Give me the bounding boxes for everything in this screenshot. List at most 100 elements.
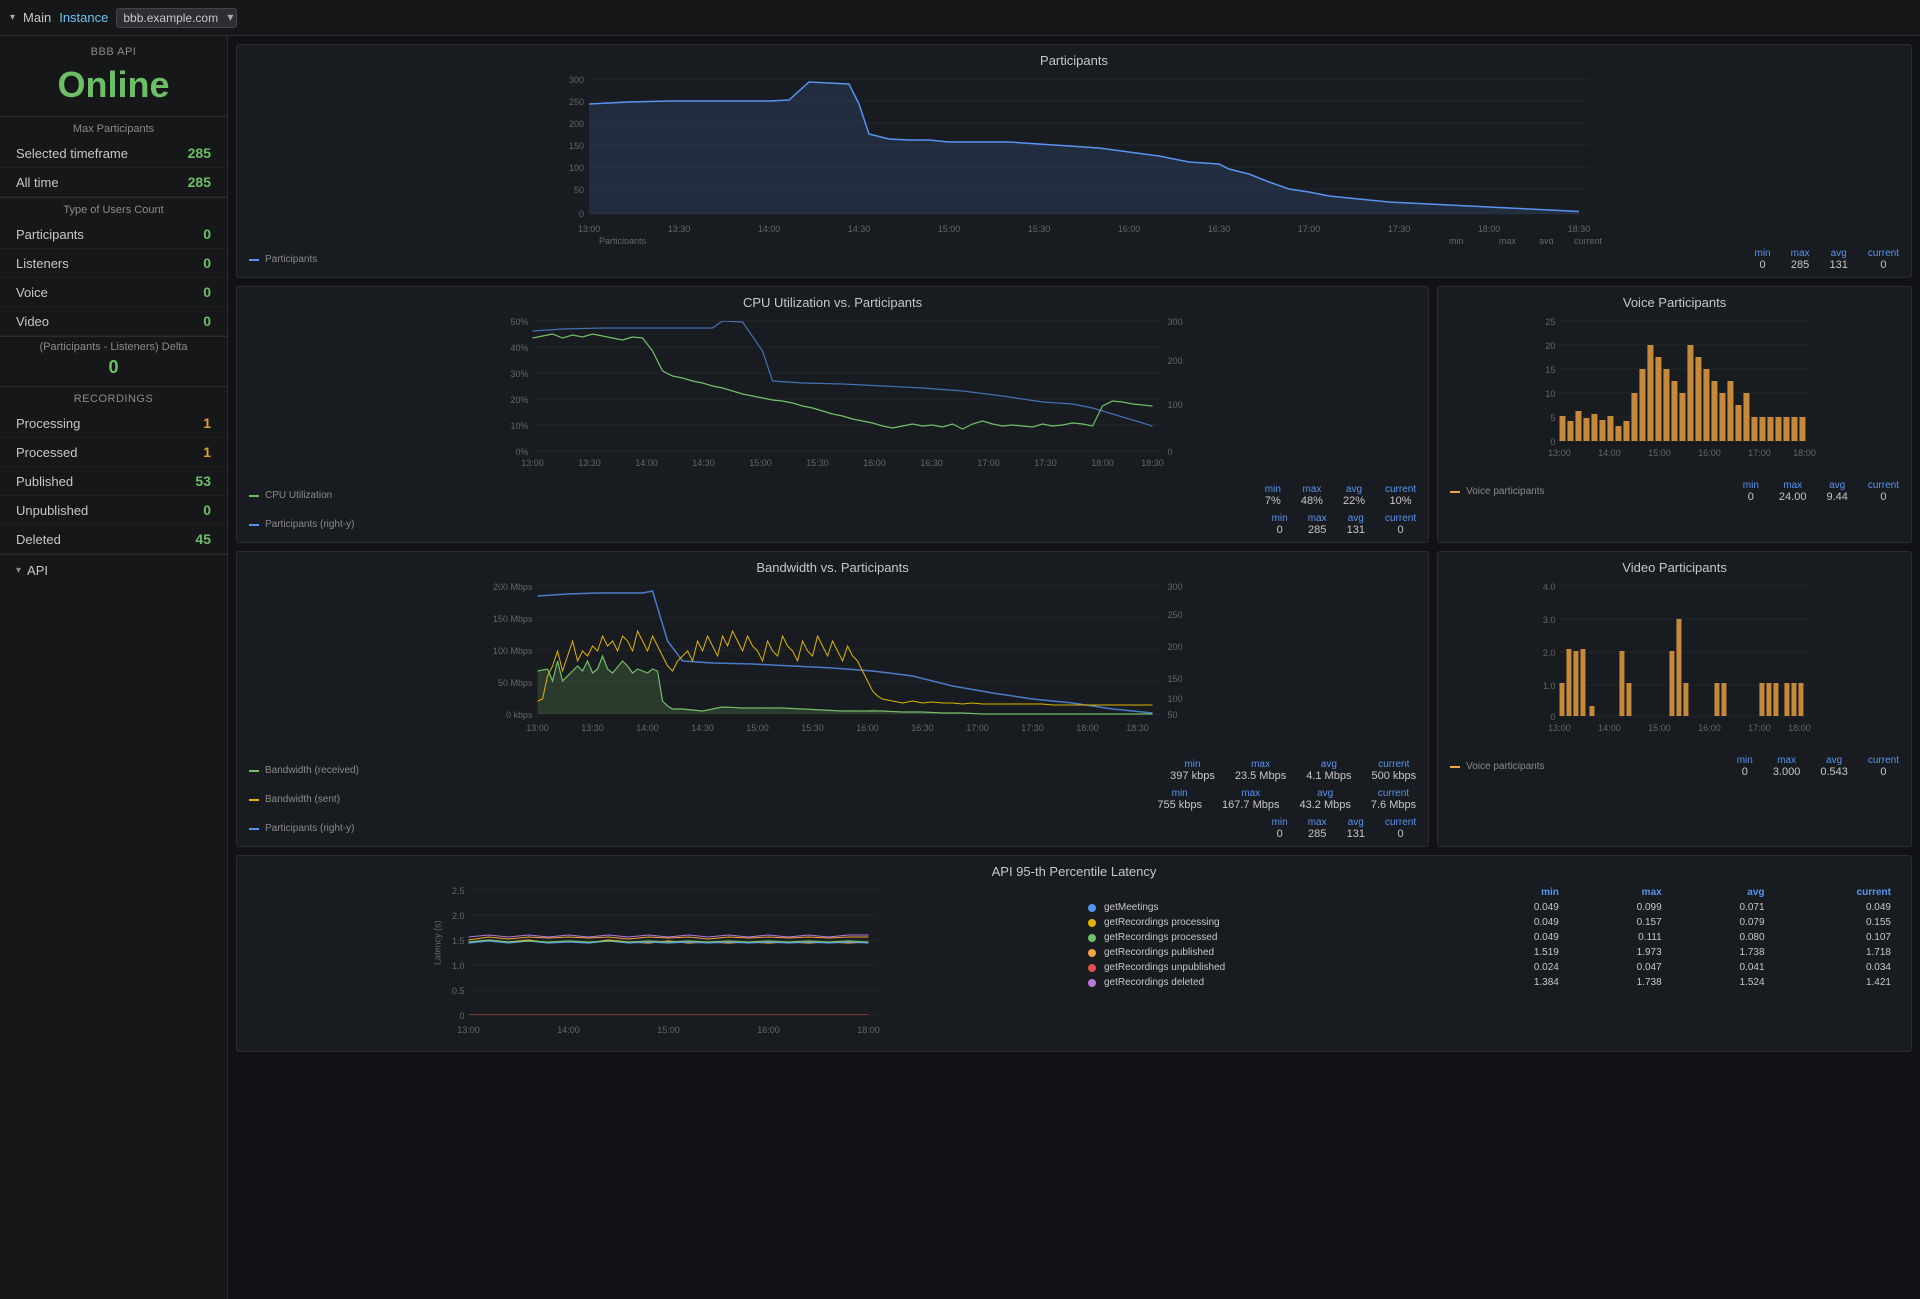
participants-chart-title: Participants xyxy=(249,53,1899,68)
api-row-max: 1.738 xyxy=(1567,975,1670,990)
instance-select[interactable]: bbb.example.com xyxy=(116,8,237,28)
participants-legend-label: Participants xyxy=(265,254,317,265)
voice-legend-dot xyxy=(1450,491,1460,493)
bw-sent-label: Bandwidth (sent) xyxy=(265,794,340,805)
svg-text:0%: 0% xyxy=(516,447,529,457)
api-table-row: getRecordings unpublished 0.024 0.047 0.… xyxy=(1080,960,1899,975)
main-content: Participants 300 25 xyxy=(228,36,1920,1299)
svg-text:16:00: 16:00 xyxy=(856,723,879,733)
bw-recv-label: Bandwidth (received) xyxy=(265,765,359,776)
participants-chart-wrap: 300 250 200 150 100 50 0 13:00 13:30 14:… xyxy=(249,74,1899,244)
bw-sent-dot xyxy=(249,799,259,801)
api-row-max: 1.973 xyxy=(1567,945,1670,960)
svg-text:2.0: 2.0 xyxy=(452,911,465,921)
cpu-voice-row: CPU Utilization vs. Participants 50% 40%… xyxy=(236,286,1912,543)
svg-text:300: 300 xyxy=(569,75,584,85)
svg-text:14:00: 14:00 xyxy=(557,1025,580,1035)
api-latency-chart-svg: 2.5 2.0 1.5 1.0 0.5 0 13:00 14:00 15:00 … xyxy=(249,885,1068,1045)
svg-text:0: 0 xyxy=(1551,437,1556,447)
nav-instance-label: Instance xyxy=(59,10,108,25)
sidebar-processing-value: 1 xyxy=(203,415,211,431)
participants-legend-row: Participants min 0 max 285 avg 131 xyxy=(249,248,1899,271)
cpu-legend: CPU Utilization min7% max48% avg22% curr… xyxy=(249,480,1416,536)
api-row-avg: 0.080 xyxy=(1670,930,1773,945)
api-row-min: 1.519 xyxy=(1464,945,1567,960)
svg-text:17:30: 17:30 xyxy=(1388,224,1411,234)
svg-text:150: 150 xyxy=(569,141,584,151)
sidebar-deleted-value: 45 xyxy=(195,531,211,547)
cpu-util-label: CPU Utilization xyxy=(265,490,332,501)
svg-text:2.0: 2.0 xyxy=(1543,648,1556,658)
svg-text:13:30: 13:30 xyxy=(581,723,604,733)
svg-text:1.5: 1.5 xyxy=(452,936,465,946)
svg-text:15: 15 xyxy=(1546,365,1556,375)
svg-text:10%: 10% xyxy=(511,421,529,431)
svg-text:200: 200 xyxy=(1168,356,1183,366)
api-panel: API 95-th Percentile Latency 2.5 2.0 1.5 xyxy=(236,855,1912,1052)
svg-text:250: 250 xyxy=(1168,610,1183,620)
svg-text:17:30: 17:30 xyxy=(1021,723,1044,733)
svg-text:17:00: 17:00 xyxy=(977,458,1000,468)
svg-text:14:30: 14:30 xyxy=(692,458,715,468)
sidebar-processing-label: Processing xyxy=(16,416,80,431)
api-row-label: getRecordings published xyxy=(1080,945,1464,960)
instance-select-wrap[interactable]: bbb.example.com xyxy=(116,8,237,28)
svg-text:16:00: 16:00 xyxy=(863,458,886,468)
sidebar-selected-timeframe-value: 285 xyxy=(188,145,211,161)
svg-text:50%: 50% xyxy=(511,317,529,327)
api-row-avg: 0.041 xyxy=(1670,960,1773,975)
bw-legend-row-1: Bandwidth (received) min397 kbps max23.5… xyxy=(249,759,1416,782)
svg-text:16:30: 16:30 xyxy=(920,458,943,468)
sidebar-voice-value: 0 xyxy=(203,284,211,300)
sidebar-row-deleted: Deleted 45 xyxy=(0,525,227,554)
bandwidth-chart-svg: 200 Mbps 150 Mbps 100 Mbps 50 Mbps 0 kbp… xyxy=(249,581,1416,751)
sidebar-voice-label: Voice xyxy=(16,285,48,300)
svg-text:13:30: 13:30 xyxy=(668,224,691,234)
api-row-min: 0.049 xyxy=(1464,900,1567,915)
svg-text:4.0: 4.0 xyxy=(1543,582,1556,592)
video-legend-dot xyxy=(1450,766,1460,768)
api-row-current: 1.421 xyxy=(1773,975,1899,990)
svg-text:20%: 20% xyxy=(511,395,529,405)
svg-text:50: 50 xyxy=(574,185,584,195)
svg-text:40%: 40% xyxy=(511,343,529,353)
sidebar-unpublished-value: 0 xyxy=(203,502,211,518)
bw-participants-dot xyxy=(249,828,259,830)
video-chart-title: Video Participants xyxy=(1450,560,1899,575)
sidebar-listeners-label: Listeners xyxy=(16,256,69,271)
participants-legend-min: 0 xyxy=(1759,259,1765,271)
svg-text:17:00: 17:00 xyxy=(1298,224,1321,234)
svg-text:18:00: 18:00 xyxy=(1793,448,1816,458)
api-row-current: 0.107 xyxy=(1773,930,1899,945)
sidebar-row-participants: Participants 0 xyxy=(0,220,227,249)
cpu-legend-row-2: Participants (right-y) min0 max285 avg13… xyxy=(249,513,1416,536)
svg-text:17:00: 17:00 xyxy=(966,723,989,733)
svg-text:100: 100 xyxy=(1168,694,1183,704)
svg-text:15:30: 15:30 xyxy=(801,723,824,733)
api-row-min: 0.049 xyxy=(1464,930,1567,945)
sidebar-published-value: 53 xyxy=(195,473,211,489)
participants-chart-panel: Participants 300 25 xyxy=(236,44,1912,278)
svg-text:18:00: 18:00 xyxy=(1091,458,1114,468)
svg-text:15:00: 15:00 xyxy=(1648,448,1671,458)
voice-chart-title: Voice Participants xyxy=(1450,295,1899,310)
sidebar-api-section[interactable]: ▾ API xyxy=(0,554,227,582)
voice-chart-panel: Voice Participants 25 20 15 10 5 0 13:00 xyxy=(1437,286,1912,543)
svg-text:0: 0 xyxy=(1551,712,1556,722)
svg-text:17:00: 17:00 xyxy=(1748,723,1771,733)
svg-text:16:00: 16:00 xyxy=(1118,224,1141,234)
api-row-max: 0.047 xyxy=(1567,960,1670,975)
svg-text:17:30: 17:30 xyxy=(1034,458,1057,468)
api-row-label: getRecordings processing xyxy=(1080,915,1464,930)
svg-text:0 kbps: 0 kbps xyxy=(506,710,533,720)
sidebar-video-label: Video xyxy=(16,314,49,329)
sidebar-delta-header: (Participants - Listeners) Delta xyxy=(0,336,227,355)
sidebar-participants-value: 0 xyxy=(203,226,211,242)
cpu-participants-label: Participants (right-y) xyxy=(265,519,354,530)
svg-text:2.5: 2.5 xyxy=(452,886,465,896)
chevron-icon: ▾ xyxy=(10,12,15,23)
api-row-label: getRecordings unpublished xyxy=(1080,960,1464,975)
sidebar: BBB API Online Max Participants Selected… xyxy=(0,36,228,1299)
svg-text:max: max xyxy=(1499,236,1517,244)
api-row-label: getRecordings deleted xyxy=(1080,975,1464,990)
